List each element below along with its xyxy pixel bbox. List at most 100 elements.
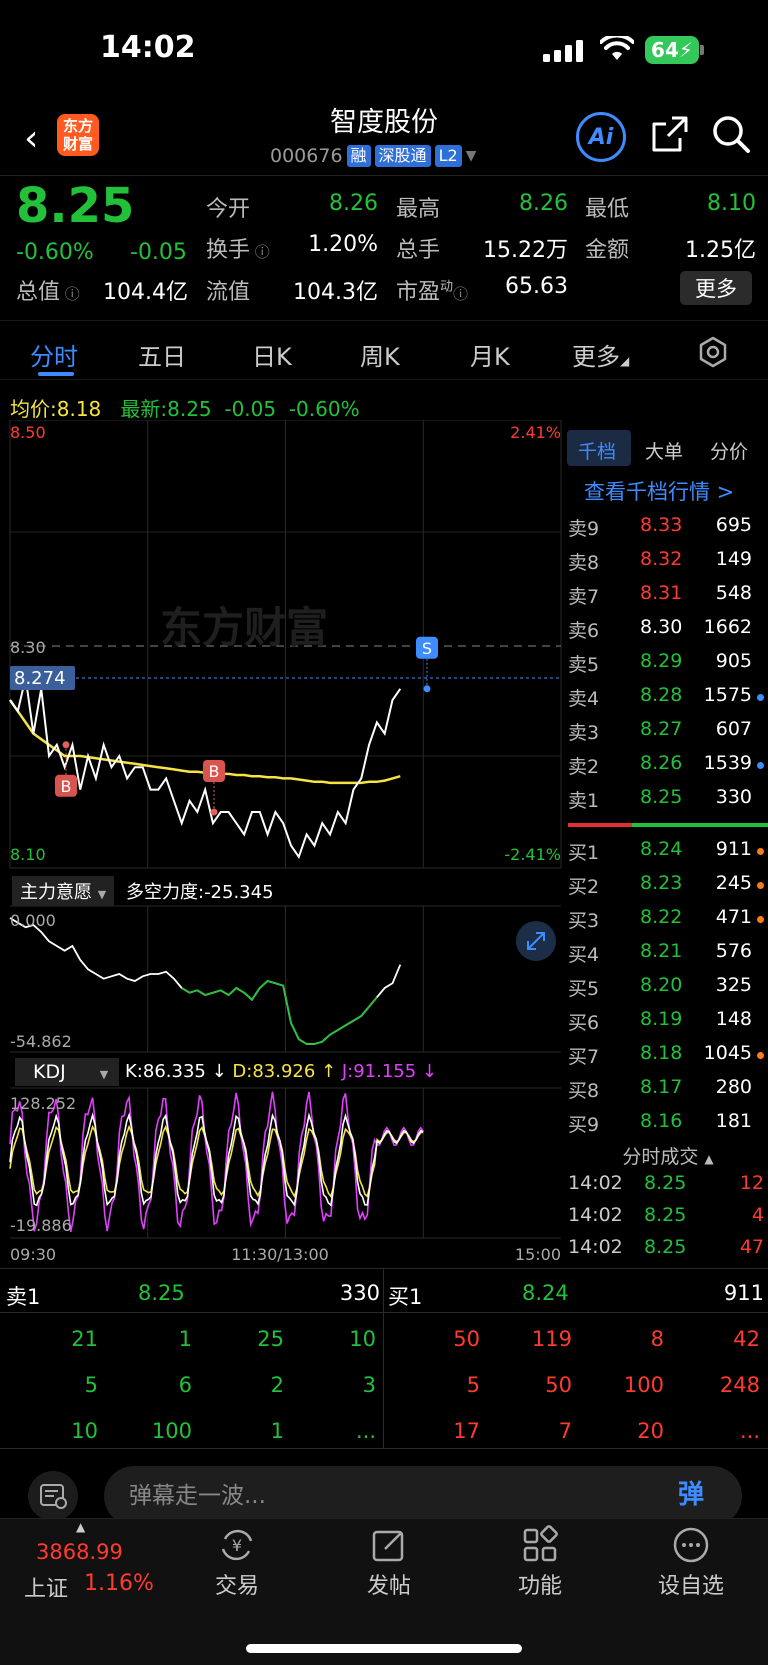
- grid-center-divider: [383, 1268, 384, 1448]
- low-value: 8.10: [707, 191, 756, 216]
- tab-thousand-level[interactable]: 千档: [578, 437, 616, 464]
- grid-header-divider: [0, 1312, 768, 1313]
- tag-margin: 融: [346, 145, 371, 167]
- pct-top-label: 2.41%: [510, 423, 561, 442]
- danmaku-toggle-button[interactable]: [28, 1471, 78, 1521]
- tab-five-day[interactable]: 五日: [138, 337, 186, 372]
- index-percent[interactable]: 1.16%: [84, 1571, 154, 1596]
- asks-level-price: 8.26: [640, 752, 683, 774]
- tab-intraday[interactable]: 分时: [30, 337, 78, 372]
- bids-level-volume: 911: [715, 838, 752, 860]
- bids-level-label: 买4: [568, 944, 600, 966]
- current-price: 8.25: [16, 178, 135, 234]
- pe-value: 65.63: [505, 274, 568, 299]
- tab-big-order[interactable]: 大单: [645, 437, 683, 464]
- bids-level-label: 买3: [568, 910, 600, 932]
- order-marker-dot: [757, 1052, 764, 1059]
- more-button[interactable]: 更多: [680, 271, 752, 305]
- share-icon[interactable]: [650, 114, 690, 154]
- open-label: 今开: [206, 197, 251, 222]
- nav-post[interactable]: 发帖: [334, 1568, 444, 1600]
- bids-level-row[interactable]: 买2 8.23 245: [568, 872, 764, 906]
- asks-level-row[interactable]: 卖4 8.28 1575: [568, 684, 764, 718]
- search-icon[interactable]: [711, 114, 751, 154]
- bids-level-row[interactable]: 买4 8.21 576: [568, 940, 764, 974]
- bids-level-volume: 325: [715, 974, 752, 996]
- ticks-title[interactable]: 分时成交 ▲: [568, 1142, 768, 1169]
- sell-order-cell: 1: [178, 1327, 192, 1351]
- trade-icon[interactable]: ¥: [217, 1525, 257, 1565]
- nav-features[interactable]: 功能: [485, 1568, 595, 1600]
- bids-level-row[interactable]: 买9 8.16 181: [568, 1110, 764, 1144]
- asks-level-row[interactable]: 卖2 8.26 1539: [568, 752, 764, 786]
- turnover-value: 1.20%: [308, 232, 378, 257]
- bids-level-row[interactable]: 买5 8.20 325: [568, 974, 764, 1008]
- bids-level-price: 8.17: [640, 1076, 683, 1098]
- danmaku-send-button[interactable]: 弹: [678, 1474, 728, 1518]
- kdj-d-line: [9, 1124, 424, 1199]
- indicator-selector[interactable]: 主力意愿 ▼: [12, 876, 115, 906]
- bids-level-label: 买1: [568, 842, 600, 864]
- info-icon[interactable]: ⓘ: [60, 285, 80, 303]
- bids-level-row[interactable]: 买8 8.17 280: [568, 1076, 764, 1110]
- stock-subtitle[interactable]: 000676 融 深股通 L2 ▼: [270, 145, 476, 167]
- sell-order-cell: 3: [362, 1373, 376, 1397]
- view-thousand-level-link[interactable]: 查看千档行情 >: [584, 476, 734, 506]
- nav-add-watchlist[interactable]: 设自选: [636, 1568, 746, 1600]
- asks-level-price: 8.33: [640, 514, 683, 536]
- nav-trade[interactable]: 交易: [182, 1568, 292, 1600]
- sell-mark: S: [416, 636, 438, 693]
- buy-order-cell: 17: [453, 1419, 480, 1443]
- info-icon[interactable]: ⓘ: [250, 243, 270, 261]
- tab-weekly-k[interactable]: 周K: [360, 337, 400, 372]
- sell-order-cell: 2: [270, 1373, 284, 1397]
- sell-ratio-bar: [568, 823, 632, 827]
- buy-order-cell: 119: [531, 1327, 572, 1351]
- asks-level-row[interactable]: 卖3 8.27 607: [568, 718, 764, 752]
- asks-level-row[interactable]: 卖1 8.25 330: [568, 786, 764, 820]
- asks-level-row[interactable]: 卖7 8.31 548: [568, 582, 764, 616]
- asks-level-label: 卖1: [568, 790, 600, 812]
- grid-top-divider: [0, 1268, 768, 1269]
- tab-price-dist[interactable]: 分价: [710, 437, 748, 464]
- chevron-down-icon: ▼: [465, 148, 477, 164]
- asks-level-volume: 149: [715, 548, 752, 570]
- tab-daily-k[interactable]: 日K: [252, 337, 292, 372]
- index-name[interactable]: 上证: [24, 1571, 68, 1603]
- post-icon[interactable]: [369, 1525, 409, 1565]
- kdj-selector[interactable]: KDJ ▼: [15, 1058, 119, 1086]
- asks-level-row[interactable]: 卖5 8.29 905: [568, 650, 764, 684]
- grid-buy-price: 8.24: [522, 1281, 569, 1305]
- tick-time: 14:02: [568, 1172, 623, 1194]
- wifi-icon: [600, 36, 634, 60]
- bids-level-row[interactable]: 买3 8.22 471: [568, 906, 764, 940]
- indicator-bottom-label: -54.862: [10, 1032, 72, 1051]
- danmaku-input[interactable]: 弹幕走一波...: [104, 1466, 742, 1526]
- features-icon[interactable]: [520, 1525, 560, 1565]
- amount-value: 1.25亿: [685, 238, 756, 263]
- change-amount: -0.05: [130, 240, 187, 265]
- asks-level-row[interactable]: 卖8 8.32 149: [568, 548, 764, 582]
- watermark: 东方财富: [160, 603, 328, 652]
- asks-level-label: 卖8: [568, 552, 600, 574]
- asks-level-row[interactable]: 卖6 8.30 1662: [568, 616, 764, 650]
- sell-order-cell: 10: [349, 1327, 376, 1351]
- tab-more[interactable]: 更多◢: [572, 337, 629, 372]
- battery-icon: 64 ⚡: [645, 36, 699, 64]
- info-icon[interactable]: ⓘ: [453, 285, 468, 303]
- index-value[interactable]: 3868.99: [36, 1540, 123, 1564]
- x-label-open: 09:30: [10, 1245, 56, 1264]
- intraday-chart[interactable]: 东方财富 8.50 2.41% 8.30 8.10 -2.41% B B S 8.2…: [0, 420, 565, 1270]
- add-watchlist-icon[interactable]: [671, 1525, 711, 1565]
- bids-level-row[interactable]: 买7 8.18 1045: [568, 1042, 764, 1076]
- bids-level-row[interactable]: 买6 8.19 148: [568, 1008, 764, 1042]
- float-cap-label: 流值: [206, 280, 251, 305]
- battery-tip: [700, 45, 704, 55]
- tab-monthly-k[interactable]: 月K: [470, 337, 510, 372]
- ai-assistant-button[interactable]: Ai: [576, 112, 626, 162]
- gear-icon[interactable]: [697, 336, 729, 368]
- asks-level-volume: 695: [715, 514, 752, 536]
- asks-level-row[interactable]: 卖9 8.33 695: [568, 514, 764, 548]
- buy-order-cell: 50: [453, 1327, 480, 1351]
- bids-level-row[interactable]: 买1 8.24 911: [568, 838, 764, 872]
